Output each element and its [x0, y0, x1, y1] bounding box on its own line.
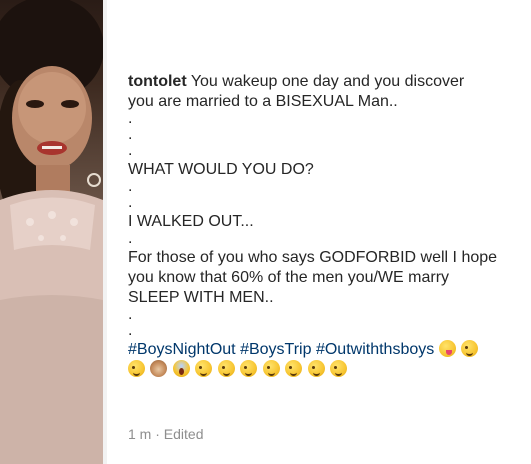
winking-tongue-emoji	[240, 360, 258, 377]
winking-tongue-emoji	[128, 360, 145, 377]
caption-question: WHAT WOULD YOU DO?	[128, 161, 314, 178]
edited-label: Edited	[163, 426, 204, 442]
winking-tongue-emoji	[307, 360, 325, 377]
username-link[interactable]: tontolet	[128, 73, 187, 90]
winking-tongue-emoji	[195, 360, 213, 377]
profile-photo[interactable]	[0, 0, 103, 464]
hashtag-line: #BoysNightOut #BoysTrip #Outwiththsboys	[128, 340, 518, 360]
hashtag-link[interactable]: #BoysTrip	[240, 341, 311, 358]
caption-paragraph-line: SLEEP WITH MEN..	[128, 289, 274, 306]
screaming-face-emoji	[172, 360, 190, 377]
winking-tongue-emoji	[262, 360, 280, 377]
caption-dot: .	[128, 194, 133, 211]
winking-tongue-emoji	[217, 360, 235, 377]
instagram-post: tontolet You wakeup one day and you disc…	[0, 0, 531, 464]
caption-dot: .	[128, 306, 133, 323]
panel-divider	[103, 0, 107, 464]
hashtag-link[interactable]: #Outwiththsboys	[316, 341, 434, 358]
caption-paragraph-line: For those of you who says GODFORBID well…	[128, 249, 498, 266]
caption-dot: .	[128, 322, 133, 339]
caption-paragraph-line: you know that 60% of the men you/WE marr…	[128, 269, 450, 286]
face-with-tongue-emoji	[438, 340, 456, 357]
post-meta: 1 m · Edited	[128, 425, 204, 443]
caption-line: tontolet You wakeup one day and you disc…	[128, 72, 518, 92]
caption-dot: .	[128, 178, 133, 195]
winking-tongue-emoji	[285, 360, 303, 377]
emoji-line	[128, 360, 518, 380]
winking-tongue-emoji	[330, 360, 348, 377]
meta-separator: ·	[155, 426, 160, 442]
timestamp[interactable]: 1 m	[128, 426, 151, 442]
caption-answer: I WALKED OUT...	[128, 213, 254, 230]
post-caption: tontolet You wakeup one day and you disc…	[128, 72, 518, 380]
see-no-evil-monkey-emoji	[150, 360, 168, 377]
caption-text: You wakeup one day and you discover	[190, 73, 465, 90]
caption-dot: .	[128, 142, 133, 159]
caption-line: you are married to a BISEXUAL Man..	[128, 93, 398, 110]
caption-dot: .	[128, 110, 133, 127]
smiling-face-emoji	[461, 340, 479, 357]
caption-dot: .	[128, 126, 133, 143]
caption-dot: .	[128, 230, 133, 247]
hashtag-link[interactable]: #BoysNightOut	[128, 341, 236, 358]
